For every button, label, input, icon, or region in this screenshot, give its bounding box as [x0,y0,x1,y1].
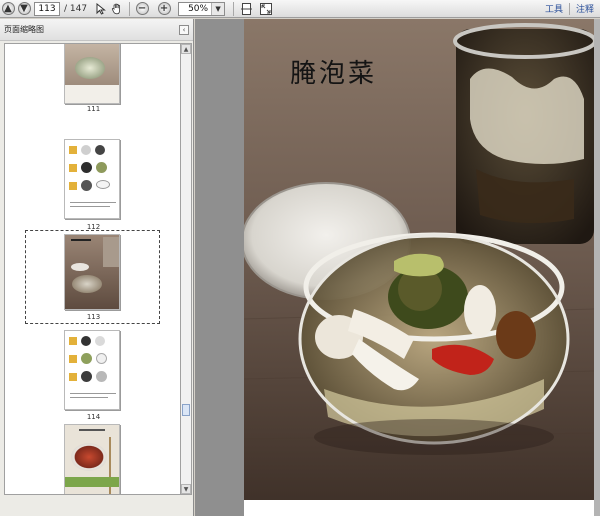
thumbnail-caption-area [65,85,119,103]
hand-tool-icon [111,3,121,14]
thumbnail-image [81,162,92,173]
thumbnail-image [72,275,102,293]
pickle-jar-photo [244,19,594,516]
thumbnail-page-111[interactable] [64,44,120,104]
thumbnail-image [71,443,107,471]
scroll-down-icon[interactable]: ▼ [181,484,191,494]
step-marker [69,355,77,363]
zoom-select[interactable]: 50% ▼ [178,1,226,16]
thumbnail-image [96,162,107,173]
chevron-down-icon[interactable]: ▼ [211,2,225,15]
toolbar-right-links: 工具 注释 [539,2,600,15]
thumbnail-image [103,237,119,267]
step-marker [69,146,77,154]
thumbnail-image [81,353,92,364]
thumbnail-page-112[interactable] [64,139,120,219]
panel-title: 页面缩略图 [4,25,44,34]
thumbnail-image [81,145,91,155]
zoom-in-button[interactable]: + [156,1,172,17]
select-arrow-icon [96,2,107,15]
page-bottom-margin [244,500,594,516]
page-title: 腌泡菜 [290,59,378,89]
thumbnail-image [95,336,105,346]
collapse-panel-button[interactable]: ‹ [179,24,189,35]
scrollbar-thumb[interactable] [182,404,190,416]
panel-header: 页面缩略图 ‹ [0,19,193,41]
thumbnail-text-line [70,206,110,207]
thumbnail-title-line [79,429,105,431]
thumbnail-image [65,477,119,487]
step-marker [69,337,77,345]
thumbnail-image [81,371,92,382]
thumbnail-image [81,180,92,191]
main-toolbar: ▲ ▼ / 147 − + 50% ▼ 工具 [0,0,600,18]
thumbnail-page-115[interactable] [64,424,120,494]
document-scroll-edge [594,19,600,516]
thumbnail-image [75,57,105,79]
zoom-out-button[interactable]: − [134,1,150,17]
fit-page-button[interactable] [238,1,254,17]
document-page: 腌泡菜 [244,19,594,516]
tools-link[interactable]: 工具 [539,2,569,15]
thumbnail-text-line [70,393,116,394]
hand-tool-button[interactable] [109,1,125,17]
step-marker [69,164,77,172]
page-up-icon: ▲ [1,2,15,15]
page-down-icon: ▼ [17,2,31,15]
step-marker [69,182,77,190]
zoom-value: 50% [188,3,209,14]
comment-link[interactable]: 注释 [570,2,600,15]
thumbnail-scrollbar[interactable]: ▲ ▼ [181,43,192,495]
thumbnail-list[interactable]: 111 112 113 114 [4,43,181,495]
thumbnail-label: 114 [86,413,101,421]
zoom-out-icon: − [135,2,149,15]
thumbnail-text-line [70,397,108,398]
zoom-in-icon: + [157,2,171,15]
page-number-input[interactable] [34,1,60,16]
scroll-up-icon[interactable]: ▲ [181,44,191,54]
thumbnail-page-114[interactable] [64,330,120,410]
thumbnail-text-line [70,202,116,203]
thumbnail-image [96,353,107,364]
toolbar-separator [233,1,235,16]
thumbnail-label: 111 [86,105,101,113]
thumbnail-image [71,263,89,271]
thumbnail-image [95,145,105,155]
fit-page-icon [240,2,252,15]
page-down-button[interactable]: ▼ [16,1,32,17]
step-marker [69,373,77,381]
thumbnail-title-line [71,239,91,241]
thumbnail-image [81,336,91,346]
page-total-label: / 147 [64,3,88,14]
thumbnail-image [96,371,107,382]
fullscreen-icon [260,2,273,15]
page-up-button[interactable]: ▲ [0,1,16,17]
toolbar-separator [129,1,131,16]
thumbnail-page-113[interactable] [64,234,120,310]
thumbnail-image [96,180,110,189]
thumbnail-label: 113 [86,313,101,321]
select-tool-button[interactable] [93,1,109,17]
fullscreen-button[interactable] [258,1,274,17]
